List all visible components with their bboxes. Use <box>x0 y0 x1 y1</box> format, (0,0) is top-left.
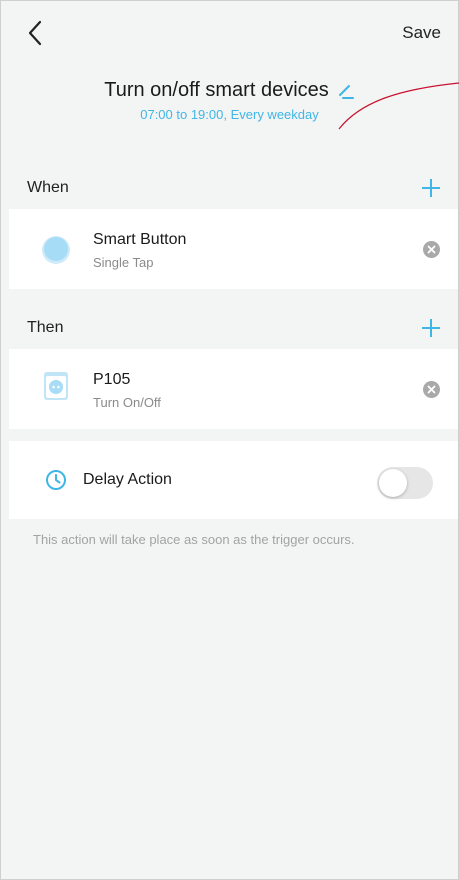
action-subtitle: Turn On/Off <box>93 395 161 410</box>
delay-action-label: Delay Action <box>83 471 172 488</box>
chevron-left-icon <box>28 20 42 46</box>
back-button[interactable] <box>25 19 47 47</box>
schedule-subtitle[interactable]: 07:00 to 19:00, Every weekday <box>1 107 458 122</box>
remove-trigger-button[interactable] <box>423 241 440 258</box>
top-bar: Save <box>1 1 458 61</box>
trigger-row[interactable]: Smart Button Single Tap <box>9 209 458 289</box>
toggle-knob <box>379 469 407 497</box>
then-section-header: Then <box>1 307 458 347</box>
close-icon <box>427 245 436 254</box>
trigger-title: Smart Button <box>93 231 187 248</box>
remove-action-button[interactable] <box>423 381 440 398</box>
page-title: Turn on/off smart devices <box>104 79 329 101</box>
smart-plug-icon <box>44 372 68 400</box>
clock-icon <box>46 470 66 490</box>
delay-action-toggle[interactable] <box>377 467 433 499</box>
trigger-card: Smart Button Single Tap <box>9 209 458 289</box>
delay-action-row: Delay Action <box>9 441 458 519</box>
when-label: When <box>27 179 69 196</box>
then-label: Then <box>27 319 64 336</box>
plus-icon <box>422 319 440 337</box>
action-card: P105 Turn On/Off <box>9 349 458 429</box>
add-action-button[interactable] <box>420 317 442 339</box>
add-trigger-button[interactable] <box>420 177 442 199</box>
smart-button-icon <box>42 236 70 264</box>
automation-title-block: Turn on/off smart devices 07:00 to 19:00… <box>1 79 458 122</box>
action-title: P105 <box>93 371 131 388</box>
action-row[interactable]: P105 Turn On/Off <box>9 349 458 429</box>
pencil-icon[interactable] <box>337 82 355 100</box>
when-section-header: When <box>1 167 458 207</box>
plus-icon <box>422 179 440 197</box>
delay-note: This action will take place as soon as t… <box>33 532 355 547</box>
close-icon <box>427 385 436 394</box>
trigger-subtitle: Single Tap <box>93 255 154 270</box>
save-button[interactable]: Save <box>402 23 441 43</box>
